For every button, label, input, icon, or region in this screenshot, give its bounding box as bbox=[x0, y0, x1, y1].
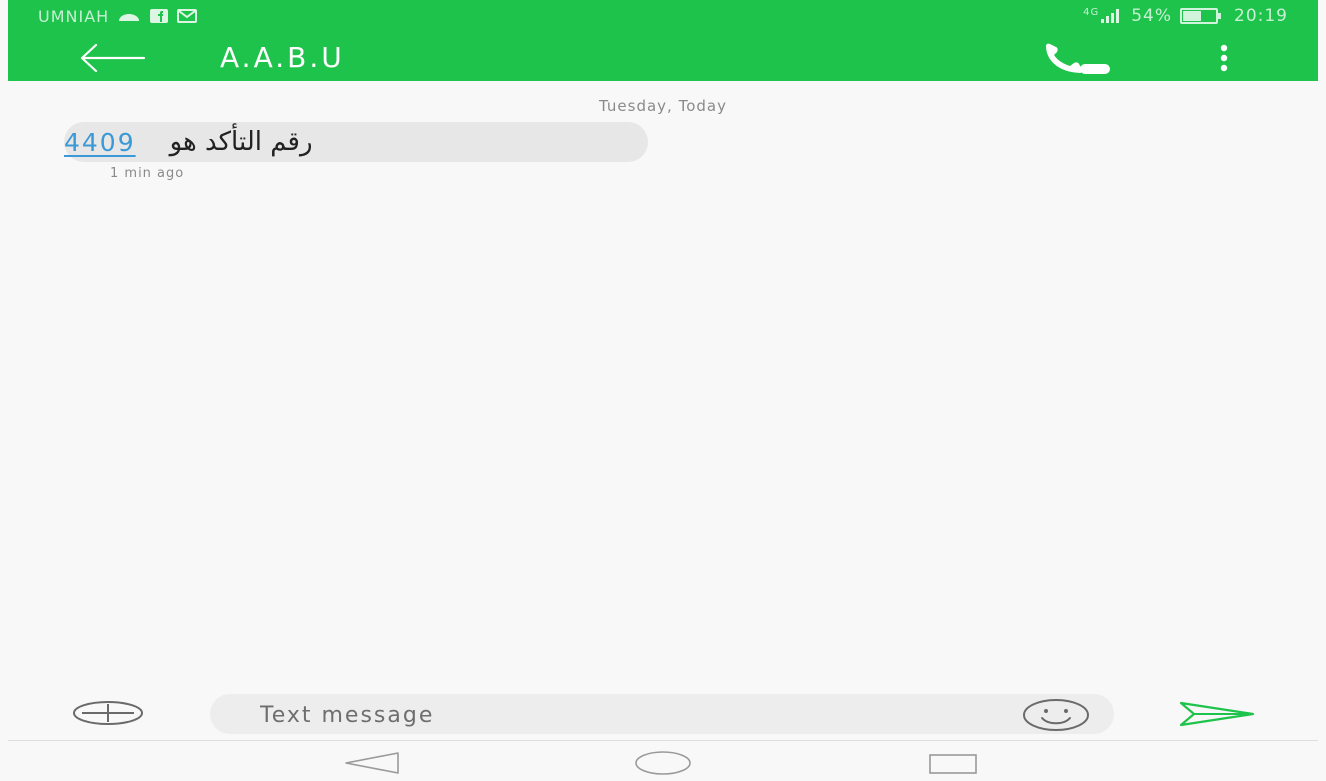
message-text: رقم التأكد هو bbox=[169, 127, 313, 157]
send-icon bbox=[1179, 701, 1255, 727]
carrier-name: UMNIAH bbox=[38, 6, 110, 26]
messaging-screen: UMNIAH 4G 54% 20:19 A.A.B.U Tuesday, Tod… bbox=[0, 0, 1326, 781]
send-button[interactable] bbox=[1178, 700, 1256, 728]
square-recents-icon bbox=[929, 754, 977, 774]
status-bar-left: UMNIAH bbox=[38, 6, 198, 26]
facebook-icon bbox=[150, 9, 169, 23]
app-bar: UMNIAH 4G 54% 20:19 A.A.B.U bbox=[8, 0, 1318, 81]
smiley-icon bbox=[1023, 699, 1089, 731]
status-bar-right: 4G 54% 20:19 bbox=[1083, 6, 1288, 26]
system-nav-bar bbox=[0, 741, 1326, 781]
overflow-menu-button[interactable] bbox=[1204, 38, 1244, 78]
arrow-left-icon bbox=[80, 43, 146, 73]
compose-box bbox=[210, 694, 1114, 736]
message-input[interactable] bbox=[258, 694, 1002, 736]
triangle-back-icon bbox=[345, 752, 399, 774]
network-type: 4G bbox=[1083, 6, 1100, 18]
verification-code-link[interactable]: 4409 bbox=[64, 128, 136, 157]
phone-icon bbox=[1046, 43, 1110, 74]
cloud-icon bbox=[119, 14, 140, 21]
date-separator: Tuesday, Today bbox=[599, 97, 727, 115]
clock: 20:19 bbox=[1234, 6, 1288, 26]
circle-home-icon bbox=[635, 751, 691, 775]
back-button[interactable] bbox=[78, 40, 148, 76]
nav-recents-button[interactable] bbox=[928, 753, 978, 775]
battery-fill bbox=[1183, 11, 1202, 21]
battery-percent: 54% bbox=[1131, 6, 1172, 26]
message-bubble[interactable]: رقم التأكد هو 4409 bbox=[64, 122, 648, 162]
contact-name: A.A.B.U bbox=[220, 41, 345, 74]
more-vertical-icon bbox=[1220, 44, 1228, 72]
plus-circle-icon bbox=[73, 701, 143, 725]
signal-icon bbox=[1101, 9, 1120, 23]
call-button[interactable] bbox=[1036, 38, 1116, 78]
nav-back-button[interactable] bbox=[342, 751, 402, 775]
mail-icon bbox=[177, 9, 198, 23]
nav-home-button[interactable] bbox=[634, 750, 692, 776]
message-timestamp: 1 min ago bbox=[110, 166, 185, 181]
emoji-button[interactable] bbox=[1022, 698, 1090, 732]
attach-button[interactable] bbox=[72, 700, 144, 726]
battery-icon bbox=[1180, 8, 1221, 24]
